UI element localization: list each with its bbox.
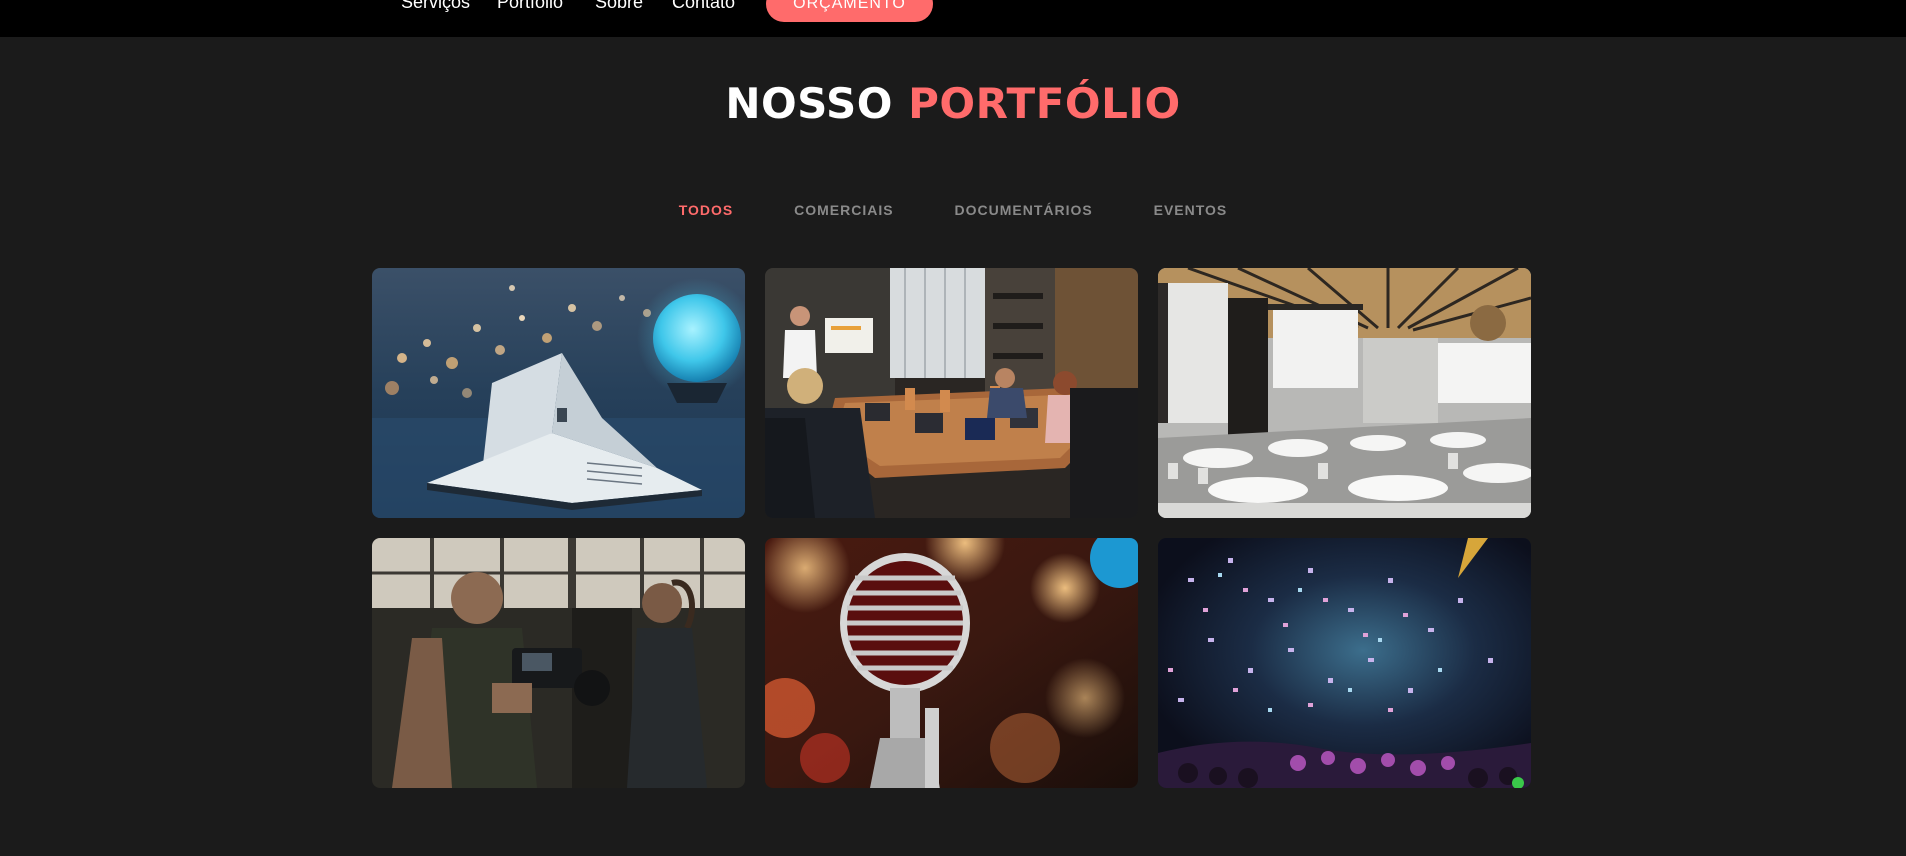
- nav-link-sobre[interactable]: Sobre: [595, 0, 643, 12]
- book-with-lights-image: [372, 268, 745, 518]
- concert-confetti-image: [1158, 538, 1531, 788]
- portfolio-item-camera[interactable]: [372, 538, 745, 788]
- portfolio-item-concert[interactable]: [1158, 538, 1531, 788]
- title-accent-part: PORTFÓLIO: [908, 79, 1181, 128]
- nav-link-portfolio[interactable]: Portfólio: [497, 0, 563, 12]
- filter-eventos[interactable]: EVENTOS: [1154, 202, 1228, 218]
- conference-hall-image: [1158, 268, 1531, 518]
- camera-operator-image: [372, 538, 745, 788]
- nav-link-servicos[interactable]: Serviços: [401, 0, 470, 12]
- filter-todos[interactable]: TODOS: [679, 202, 734, 218]
- orcamento-button[interactable]: ORÇAMENTO: [766, 0, 933, 22]
- top-navbar: Serviços Portfólio Sobre Contato ORÇAMEN…: [0, 0, 1906, 37]
- nav-link-contato[interactable]: Contato: [672, 0, 735, 12]
- filter-comerciais[interactable]: COMERCIAIS: [794, 202, 893, 218]
- meeting-presentation-image: [765, 268, 1138, 518]
- page-title: NOSSO PORTFÓLIO: [0, 78, 1906, 130]
- vintage-microphone-image: [765, 538, 1138, 788]
- filter-documentarios[interactable]: DOCUMENTÁRIOS: [954, 202, 1092, 218]
- portfolio-filter-bar: TODOS COMERCIAIS DOCUMENTÁRIOS EVENTOS: [0, 202, 1906, 218]
- portfolio-item-book[interactable]: [372, 268, 745, 518]
- title-white-part: NOSSO: [725, 79, 893, 128]
- portfolio-item-microphone[interactable]: [765, 538, 1138, 788]
- portfolio-item-conference[interactable]: [1158, 268, 1531, 518]
- portfolio-item-meeting[interactable]: [765, 268, 1138, 518]
